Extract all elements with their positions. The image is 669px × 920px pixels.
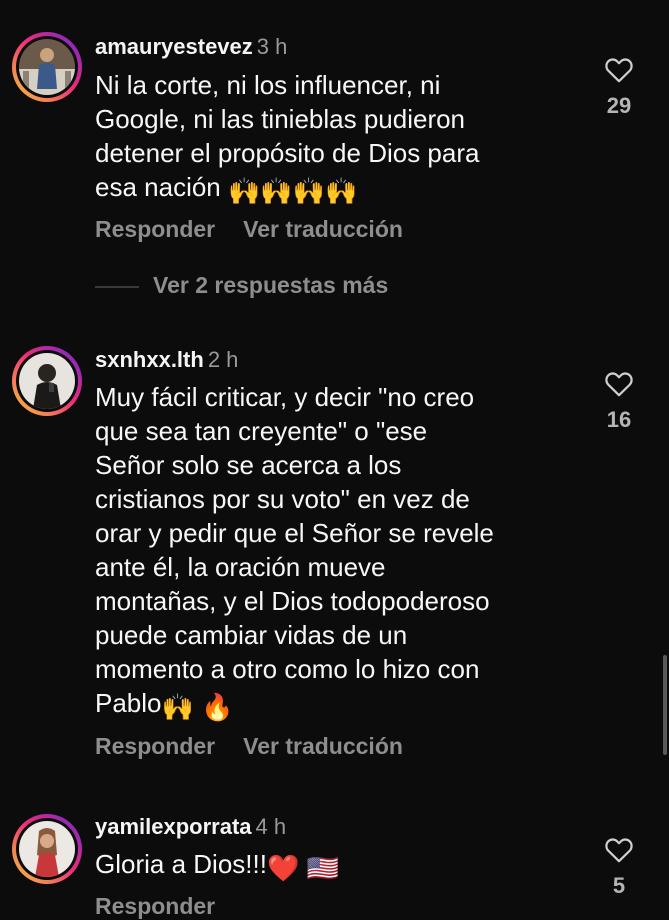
translate-button[interactable]: Ver traducción (243, 733, 403, 759)
comment-line: orar y pedir que el Señor se revele (95, 518, 494, 548)
timestamp: 2 h (207, 347, 239, 372)
translate-button[interactable]: Ver traducción (243, 216, 403, 242)
username[interactable]: sxnhxx.lth (95, 347, 204, 372)
heart-outline-icon[interactable] (604, 370, 634, 397)
comment-header: amauryestevez 3 h (95, 34, 287, 60)
comment-actions: Responder Ver traducción (95, 733, 403, 760)
avatar[interactable] (12, 346, 82, 416)
avatar-photo (19, 821, 75, 877)
reply-button[interactable]: Responder (95, 893, 215, 919)
comment-actions: Responder (95, 893, 215, 920)
comment-line: Ni la corte, ni los influencer, ni (95, 70, 441, 100)
comment-text: Ni la corte, ni los influencer, ni Googl… (95, 68, 575, 208)
comment-line: montañas, y el Dios todopoderoso (95, 586, 490, 616)
raising-hands-emoji: 🙌🙌🙌🙌 (228, 176, 358, 206)
divider (95, 285, 139, 288)
like-control: 29 (598, 56, 640, 119)
reply-button[interactable]: Responder (95, 216, 215, 242)
like-control: 16 (598, 370, 640, 433)
heart-outline-icon[interactable] (604, 836, 634, 863)
heart-and-flag-emoji: ❤️ 🇺🇸 (266, 853, 339, 883)
like-count: 29 (606, 93, 632, 118)
comment-text: Gloria a Dios!!!❤️ 🇺🇸 (95, 847, 575, 885)
scrollbar[interactable] (663, 655, 667, 755)
comment-line: puede cambiar vidas de un (95, 620, 408, 650)
avatar[interactable] (12, 814, 82, 884)
comment-line: Gloria a Dios!!! (95, 849, 267, 879)
timestamp: 4 h (255, 814, 287, 839)
comment-line: que sea tan creyente" o "ese (95, 416, 428, 446)
username[interactable]: amauryestevez (95, 34, 253, 59)
like-control: 5 (598, 836, 640, 899)
view-more-replies-label: Ver 2 respuestas más (153, 272, 389, 298)
comment-line: Muy fácil criticar, y decir "no creo (95, 382, 475, 412)
username[interactable]: yamilexporrata (95, 814, 252, 839)
comment-line: detener el propósito de Dios para (95, 138, 480, 168)
timestamp: 3 h (256, 34, 288, 59)
comment-line: esa nación (95, 172, 221, 202)
reply-button[interactable]: Responder (95, 733, 215, 759)
comment-line: Google, ni las tinieblas pudieron (95, 104, 466, 134)
comment-line: momento a otro como lo hizo con (95, 654, 480, 684)
hands-and-fire-emoji: 🙌 🔥 (161, 692, 234, 722)
avatar-photo (19, 39, 75, 95)
like-count: 16 (606, 407, 632, 432)
comment-actions: Responder Ver traducción (95, 216, 403, 243)
comment-header: sxnhxx.lth 2 h (95, 347, 238, 373)
view-more-replies-button[interactable]: Ver 2 respuestas más (95, 272, 388, 299)
avatar[interactable] (12, 32, 82, 102)
comment-line: cristianos por su voto" en vez de (95, 484, 470, 514)
comment-text: Muy fácil criticar, y decir "no creo que… (95, 380, 575, 724)
comment-line: Señor solo se acerca a los (95, 450, 402, 480)
like-count: 5 (612, 873, 626, 898)
heart-outline-icon[interactable] (604, 56, 634, 83)
comment-header: yamilexporrata 4 h (95, 814, 286, 840)
comment-line: Pablo (95, 688, 162, 718)
comment-line: ante él, la oración mueve (95, 552, 386, 582)
avatar-photo (19, 353, 75, 409)
